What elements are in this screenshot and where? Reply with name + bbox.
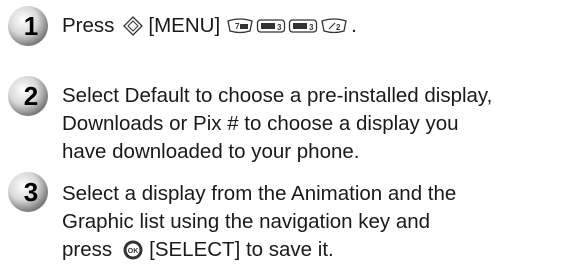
- key-3-icon: 3: [256, 18, 286, 34]
- step-1-text: Press [MENU] 7 3 3 2 .: [62, 12, 564, 40]
- step-3-line: Select a display from the Animation and …: [62, 182, 457, 205]
- key-7-icon: 7: [226, 18, 254, 34]
- svg-text:7: 7: [235, 22, 240, 31]
- step-3-last-suffix: [SELECT] to save it.: [149, 238, 334, 261]
- svg-text:OK: OK: [128, 248, 139, 255]
- ok-key-icon: OK: [122, 239, 144, 261]
- step-number: 1: [24, 11, 38, 41]
- svg-text:2: 2: [336, 23, 341, 32]
- step-2-line: Downloads or Pix # to choose a display y…: [62, 112, 459, 135]
- step-2-line: Select Default to choose a pre-installed…: [62, 84, 493, 107]
- menu-label: [MENU]: [148, 14, 221, 37]
- step-1-suffix: .: [351, 14, 357, 37]
- step-2-text: Select Default to choose a pre-installed…: [62, 82, 564, 166]
- step-number: 3: [24, 177, 38, 207]
- step-2-line: have downloaded to your phone.: [62, 140, 360, 163]
- step-number-badge: 1: [6, 4, 50, 48]
- step-1-prefix: Press: [62, 14, 115, 37]
- step-3-line: Graphic list using the navigation key an…: [62, 210, 431, 233]
- step-number-badge: 2: [6, 74, 50, 118]
- step-3-last-line: press OK [SELECT] to save it.: [62, 236, 564, 264]
- step-3-last-prefix: press: [62, 238, 113, 261]
- svg-text:3: 3: [309, 23, 314, 32]
- key-2-icon: 2: [320, 18, 348, 34]
- menu-key-icon: [122, 15, 144, 37]
- step-number-badge: 3: [6, 170, 50, 214]
- step-number: 2: [24, 81, 38, 111]
- step-3-text: Select a display from the Animation and …: [62, 180, 564, 264]
- svg-text:3: 3: [277, 23, 282, 32]
- key-3-icon: 3: [288, 18, 318, 34]
